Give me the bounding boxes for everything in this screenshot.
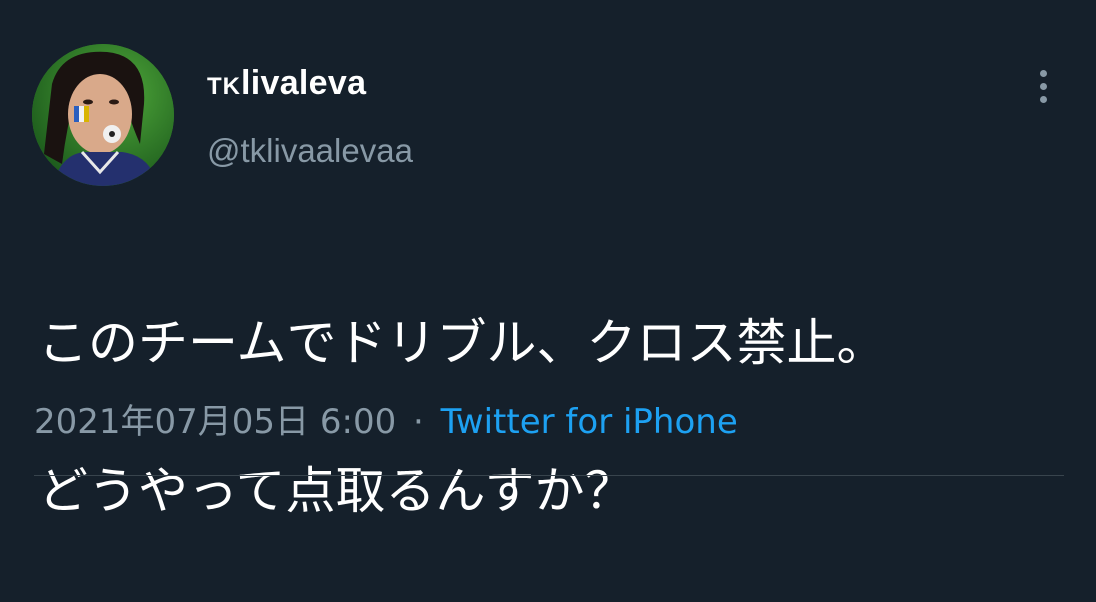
source-link[interactable]: Twitter for iPhone <box>441 402 738 442</box>
tweet-card: TKlivaleva @tklivaalevaa このチームでドリブル、クロス禁… <box>0 0 1096 520</box>
meta-separator: · <box>413 402 424 442</box>
user-handle[interactable]: @tklivaalevaa <box>207 132 413 170</box>
display-name[interactable]: TKlivaleva <box>207 64 366 103</box>
display-name-prefix: TK <box>207 73 241 100</box>
more-vertical-icon <box>1039 69 1047 77</box>
more-vertical-icon <box>1039 82 1047 90</box>
tweet-text-line-2: どうやって点取るんすか？ <box>38 462 635 520</box>
timestamp[interactable]: 2021年07月05日 6:00 <box>34 402 396 442</box>
tweet-meta: 2021年07月05日 6:00 · Twitter for iPhone <box>34 394 738 443</box>
divider <box>34 475 1064 476</box>
avatar-image <box>32 44 174 186</box>
display-name-main: livaleva <box>241 64 367 102</box>
more-vertical-icon <box>1039 95 1047 103</box>
more-options-button[interactable] <box>1026 66 1060 106</box>
avatar[interactable] <box>32 44 174 186</box>
tweet-text-line-1: このチームでドリブル、クロス禁止。 <box>38 314 887 372</box>
